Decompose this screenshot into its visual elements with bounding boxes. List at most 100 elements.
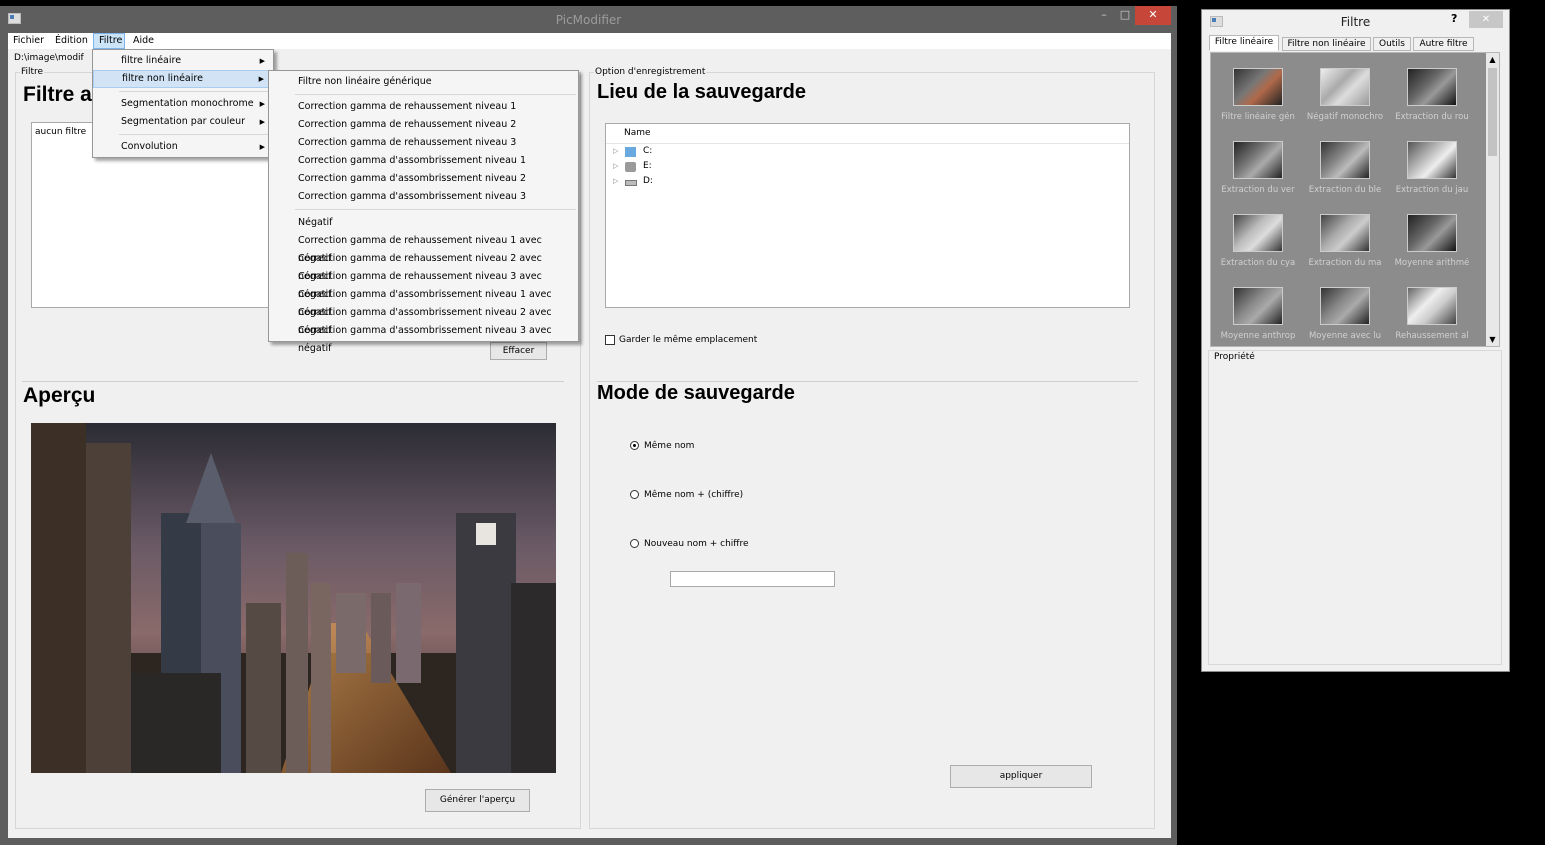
close-button[interactable]: ✕ (1135, 6, 1171, 25)
filter-group-label: Filtre (20, 67, 45, 77)
thumbnail-image[interactable] (1320, 287, 1370, 325)
thumbnail-image[interactable] (1233, 287, 1283, 325)
submenu-arrow-icon: ▶ (259, 143, 265, 151)
menu-item-filtre-lineaire[interactable]: filtre linéaire ▶ (93, 52, 273, 70)
thumbnail-image[interactable] (1233, 68, 1283, 106)
thumbnail-label: Extraction du ver (1221, 185, 1295, 195)
menu-item-label: Segmentation par couleur (121, 116, 246, 127)
keep-location-label[interactable]: Garder le même emplacement (619, 335, 757, 345)
drive-icon (625, 162, 636, 172)
menu-item-label: filtre non linéaire (122, 73, 203, 84)
menu-separator (119, 134, 271, 135)
submenu-item[interactable]: Correction gamma de rehaussement niveau … (269, 134, 578, 152)
tree-item-label: C: (643, 146, 653, 156)
drive-icon (625, 180, 637, 186)
tab-filtre-lineaire[interactable]: Filtre linéaire (1209, 35, 1279, 51)
radio-same-name-number[interactable] (630, 490, 639, 499)
submenu-item[interactable]: Filtre non linéaire générique (269, 73, 578, 91)
submenu-item[interactable]: Correction gamma d'assombrissement nivea… (269, 188, 578, 206)
save-mode-heading: Mode de sauvegarde (597, 382, 795, 404)
help-button[interactable]: ? (1451, 12, 1457, 25)
clear-button[interactable]: Effacer (490, 342, 547, 360)
thumbnail-label: Extraction du cya (1220, 258, 1296, 268)
menu-item-convolution[interactable]: Convolution ▶ (93, 138, 273, 156)
menu-item-filtre-non-lineaire[interactable]: filtre non linéaire ▶ (93, 70, 273, 88)
expand-arrow-icon[interactable]: ▷ (613, 144, 618, 159)
save-options-label: Option d'enregistrement (594, 67, 707, 77)
expand-arrow-icon[interactable]: ▷ (613, 174, 618, 189)
tree-header-name: Name (624, 128, 651, 138)
tree-item-label: E: (643, 161, 652, 171)
thumbnail-image[interactable] (1407, 68, 1457, 106)
thumbnail-label: Extraction du ma (1308, 258, 1382, 268)
radio-same-name[interactable] (630, 441, 639, 450)
filtre-dropdown-menu: filtre linéaire ▶ filtre non linéaire ▶ Se… (92, 49, 274, 158)
submenu-arrow-icon: ▶ (259, 100, 265, 108)
submenu-item[interactable]: Correction gamma d'assombrissement nivea… (269, 304, 578, 336)
generate-preview-button[interactable]: Générer l'aperçu (425, 789, 530, 812)
menu-item-label: Segmentation monochrome (121, 98, 254, 109)
submenu-item[interactable]: Correction gamma d'assombrissement nivea… (269, 152, 578, 170)
submenu-arrow-icon: ▶ (259, 118, 265, 126)
radio-new-name-number-label[interactable]: Nouveau nom + chiffre (644, 539, 749, 549)
apply-button[interactable]: appliquer (950, 765, 1092, 788)
path-label: D:\image\modif (14, 53, 84, 63)
thumbnail-image[interactable] (1320, 68, 1370, 106)
thumbnail-label: Moyenne arithmé (1394, 258, 1470, 268)
menu-item-segmentation-couleur[interactable]: Segmentation par couleur ▶ (93, 113, 273, 131)
menu-fichier[interactable]: Fichier (8, 33, 49, 49)
menu-item-segmentation-monochrome[interactable]: Segmentation monochrome ▶ (93, 95, 273, 113)
radio-new-name-number[interactable] (630, 539, 639, 548)
thumbnail-image[interactable] (1233, 141, 1283, 179)
minimize-button[interactable]: – (1093, 6, 1115, 25)
submenu-item[interactable]: Négatif (269, 214, 578, 232)
thumbnail-label: Filtre linéaire gén (1221, 112, 1295, 122)
thumbnail-label: Moyenne avec lu (1308, 331, 1382, 341)
tab-outils[interactable]: Outils (1373, 37, 1411, 51)
thumbnail-image[interactable] (1320, 214, 1370, 252)
nonlinear-submenu: Filtre non linéaire générique Correction… (268, 70, 579, 354)
tab-autre-filtre[interactable]: Autre filtre (1413, 37, 1474, 51)
tree-item-label: D: (643, 176, 653, 186)
thumbnail-image[interactable] (1407, 287, 1457, 325)
drive-tree[interactable]: Name ▷ C: ▷ E: ▷ D: (605, 123, 1130, 308)
submenu-item[interactable]: Correction gamma de rehaussement niveau … (269, 232, 578, 264)
thumbnail-image[interactable] (1407, 214, 1457, 252)
menu-separator (119, 91, 271, 92)
properties-panel (1208, 350, 1502, 665)
submenu-arrow-icon: ▶ (259, 57, 265, 65)
radio-same-name-label[interactable]: Même nom (644, 441, 694, 451)
filter-heading: Filtre a (23, 83, 92, 106)
preview-image (31, 423, 556, 773)
location-heading: Lieu de la sauvegarde (597, 81, 806, 103)
submenu-item[interactable]: Correction gamma d'assombrissement nivea… (269, 170, 578, 188)
menu-filtre[interactable]: Filtre (93, 33, 125, 49)
scroll-up-icon[interactable]: ▲ (1486, 53, 1499, 66)
menu-aide[interactable]: Aide (128, 33, 159, 49)
filter-close-button[interactable]: ✕ (1469, 11, 1503, 28)
preview-heading: Aperçu (23, 384, 96, 407)
new-name-field[interactable] (670, 571, 835, 587)
submenu-item[interactable]: Correction gamma d'assombrissement nivea… (269, 286, 578, 318)
submenu-item[interactable]: Correction gamma de rehaussement niveau … (269, 268, 578, 300)
tree-header[interactable]: Name (606, 124, 1129, 144)
scroll-down-icon[interactable]: ▼ (1486, 333, 1499, 346)
scrollbar-thumb[interactable] (1488, 68, 1497, 156)
thumbnail-label: Extraction du jau (1395, 185, 1469, 195)
expand-arrow-icon[interactable]: ▷ (613, 159, 618, 174)
maximize-button[interactable]: □ (1116, 6, 1134, 25)
radio-same-name-number-label[interactable]: Même nom + (chiffre) (644, 490, 743, 500)
submenu-item[interactable]: Correction gamma de rehaussement niveau … (269, 250, 578, 282)
thumbnail-image[interactable] (1233, 214, 1283, 252)
thumbnail-image[interactable] (1407, 141, 1457, 179)
gallery-scrollbar[interactable]: ▲ ▼ (1486, 53, 1499, 346)
list-item[interactable]: aucun filtre (35, 127, 86, 137)
submenu-item[interactable]: Correction gamma de rehaussement niveau … (269, 116, 578, 134)
main-title-bar[interactable]: PicModifier – □ ✕ (0, 6, 1177, 33)
submenu-item[interactable]: Correction gamma de rehaussement niveau … (269, 98, 578, 116)
submenu-item[interactable]: Correction gamma d'assombrissement nivea… (269, 322, 578, 354)
tab-filtre-non-lineaire[interactable]: Filtre non linéaire (1282, 37, 1371, 51)
keep-location-checkbox[interactable] (605, 335, 615, 345)
thumbnail-image[interactable] (1320, 141, 1370, 179)
menu-edition[interactable]: Édition (50, 33, 93, 49)
